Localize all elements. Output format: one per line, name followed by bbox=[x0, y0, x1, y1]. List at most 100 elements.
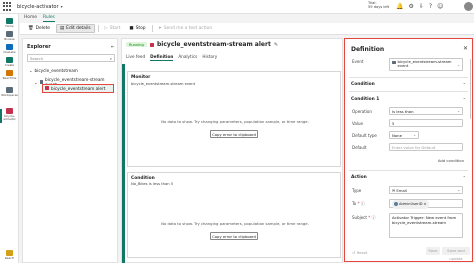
collapse-icon[interactable]: ⇤ bbox=[111, 44, 115, 49]
rail-item-realtime[interactable]: Real-Time bbox=[0, 70, 19, 80]
tab-home[interactable]: Home bbox=[24, 14, 37, 22]
explorer-title: Explorer bbox=[27, 44, 51, 50]
app-title[interactable]: bicycle-activator bbox=[17, 4, 59, 10]
close-icon[interactable]: × bbox=[423, 200, 426, 209]
delete-button[interactable]: 🗑 Delete bbox=[25, 25, 53, 32]
explorer-panel: Explorer ⇤ Search ⌕ ⌄ bicycle_eventstrea… bbox=[22, 38, 118, 263]
save-and-update-button[interactable]: Save and update bbox=[442, 247, 470, 261]
ribbon-toolbar: 🗑 Delete ▤ Edit details ▷ Start ■ Stop ➤… bbox=[20, 23, 474, 35]
operation-label: Operation bbox=[352, 109, 372, 114]
value-value: 5 bbox=[392, 121, 395, 126]
download-icon[interactable]: ⇩ bbox=[419, 2, 424, 11]
rail-label: Home bbox=[5, 23, 14, 28]
save-button[interactable]: Save bbox=[426, 247, 440, 255]
chevron-down-icon: ⌄ bbox=[34, 79, 38, 85]
rail-label: Real-Time bbox=[2, 75, 17, 80]
stop-icon: ■ bbox=[129, 26, 134, 31]
action-type-select[interactable]: ✉ Email ⌄ bbox=[389, 186, 463, 194]
app-launcher-icon[interactable] bbox=[3, 1, 13, 12]
tree-item-eventstream[interactable]: ⌄ bicycle_eventstream bbox=[29, 68, 78, 73]
rail-item-create[interactable]: Create bbox=[0, 57, 19, 67]
chevron-up-icon[interactable]: ⌃ bbox=[463, 82, 466, 87]
recipient-chip[interactable]: AdminUserID × bbox=[392, 200, 429, 209]
rail-label: bicycle-activator bbox=[3, 113, 16, 121]
avatar[interactable] bbox=[464, 2, 473, 11]
rail-item-workspaces[interactable]: Workspaces bbox=[0, 87, 19, 97]
add-condition-button[interactable]: Add condition bbox=[438, 158, 464, 163]
event-label: Event bbox=[352, 59, 364, 64]
stop-button[interactable]: ■ Stop bbox=[126, 25, 148, 32]
chevron-down-icon: ⌄ bbox=[29, 68, 33, 73]
recipient-name: AdminUserID bbox=[399, 202, 423, 206]
event-icon bbox=[392, 60, 396, 65]
default-input[interactable]: Enter value for Default bbox=[389, 143, 463, 151]
divider bbox=[349, 91, 468, 92]
action-section-header[interactable]: Action bbox=[351, 175, 367, 180]
default-type-select[interactable]: None ⌄ bbox=[389, 131, 419, 139]
explorer-search-input[interactable]: Search ⌕ bbox=[27, 54, 115, 62]
help-icon[interactable]: ? bbox=[429, 2, 432, 11]
operation-select[interactable]: Is less than ⌄ bbox=[389, 107, 463, 115]
info-icon: ⓘ bbox=[360, 201, 365, 206]
left-rail: Home Browse OneLake Create Real-Time Wor… bbox=[0, 14, 19, 263]
event-select[interactable]: bicycle_eventstream-stream event ⌄ bbox=[389, 58, 463, 71]
tab-analytics[interactable]: Analytics bbox=[178, 54, 197, 61]
edit-label: Edit details bbox=[66, 26, 91, 31]
share-icon[interactable]: ☺ bbox=[437, 2, 443, 11]
chevron-up-icon[interactable]: ⌃ bbox=[463, 175, 466, 180]
rail-item-realtime-switcher[interactable]: Real-Ti bbox=[0, 250, 19, 260]
send-icon: ➤ bbox=[158, 26, 162, 31]
chevron-down-icon[interactable]: ▾ bbox=[61, 4, 63, 9]
required-indicator: * bbox=[357, 201, 360, 206]
rail-item-browse[interactable]: Browse bbox=[0, 31, 19, 41]
definition-panel: Definition ✕ Event bicycle_eventstream-s… bbox=[344, 38, 473, 262]
stop-label: Stop bbox=[135, 26, 146, 31]
copy-error-button[interactable]: Copy error to clipboard bbox=[210, 130, 258, 138]
type-label: Type bbox=[352, 188, 362, 193]
subject-value: Activator Trigger: New event from bicycl… bbox=[392, 215, 457, 225]
trial-status: Trial: 59 days left bbox=[368, 1, 389, 10]
monitor-message: No data to show. Try changing parameters… bbox=[161, 119, 309, 124]
tab-live-feed[interactable]: Live feed bbox=[126, 54, 145, 61]
scrollbar[interactable] bbox=[469, 59, 471, 119]
to-recipients-field[interactable]: AdminUserID × bbox=[389, 199, 463, 209]
condition1-section-header[interactable]: Condition 1 bbox=[351, 97, 379, 102]
settings-icon[interactable]: ⚙ bbox=[408, 2, 413, 11]
trash-icon: 🗑 bbox=[28, 26, 34, 31]
rail-label: Real-Ti bbox=[4, 255, 15, 260]
divider bbox=[349, 170, 468, 171]
canvas-accent-bar bbox=[122, 64, 125, 263]
condition-section-header[interactable]: Condition bbox=[351, 82, 375, 87]
reset-icon: ↺ bbox=[352, 250, 356, 255]
operation-value: Is less than bbox=[392, 109, 414, 114]
send-test-action-button[interactable]: ➤ Send me a test action bbox=[155, 25, 215, 32]
subject-textarea[interactable]: Activator Trigger: New event from bicycl… bbox=[389, 213, 463, 238]
value-input[interactable]: 5 bbox=[389, 119, 463, 127]
condition-subtitle: No_Bikes is less than 5 bbox=[131, 182, 174, 186]
condition-title: Condition bbox=[131, 176, 155, 181]
send-label: Send me a test action bbox=[163, 26, 213, 31]
chevron-down-icon: ⌄ bbox=[457, 63, 460, 67]
close-icon[interactable]: ✕ bbox=[463, 45, 468, 52]
rail-item-onelake[interactable]: OneLake bbox=[0, 44, 19, 54]
rail-item-bicycle-activator[interactable]: bicycle-activator bbox=[0, 108, 19, 121]
edit-details-button[interactable]: ▤ Edit details bbox=[56, 24, 95, 33]
divider bbox=[349, 77, 468, 78]
subject-label-text: Subject bbox=[352, 215, 367, 220]
pencil-icon[interactable]: ✎ bbox=[274, 42, 278, 48]
rail-label: Browse bbox=[4, 36, 15, 41]
rail-item-home[interactable]: Home bbox=[0, 18, 19, 28]
tab-rules[interactable]: Rules bbox=[42, 14, 55, 22]
rule-panel: Running bicycle_eventstream-stream alert… bbox=[121, 38, 343, 263]
tab-definition[interactable]: Definition bbox=[150, 54, 174, 61]
notifications-icon[interactable]: 🔔 bbox=[396, 2, 403, 11]
chevron-down-icon: ⌄ bbox=[457, 109, 460, 113]
reset-button[interactable]: ↺ Reset bbox=[352, 250, 367, 255]
start-button[interactable]: ▷ Start bbox=[101, 25, 123, 32]
tab-history[interactable]: History bbox=[202, 54, 217, 61]
chevron-up-icon[interactable]: ⌃ bbox=[463, 97, 466, 102]
event-value: bicycle_eventstream-stream event bbox=[397, 59, 452, 69]
copy-error-button[interactable]: Copy error to clipboard bbox=[210, 232, 258, 240]
tree-label: bicycle_eventstream bbox=[34, 68, 78, 73]
tree-item-alert-selected[interactable]: bicycle_eventstream alert bbox=[42, 83, 114, 93]
